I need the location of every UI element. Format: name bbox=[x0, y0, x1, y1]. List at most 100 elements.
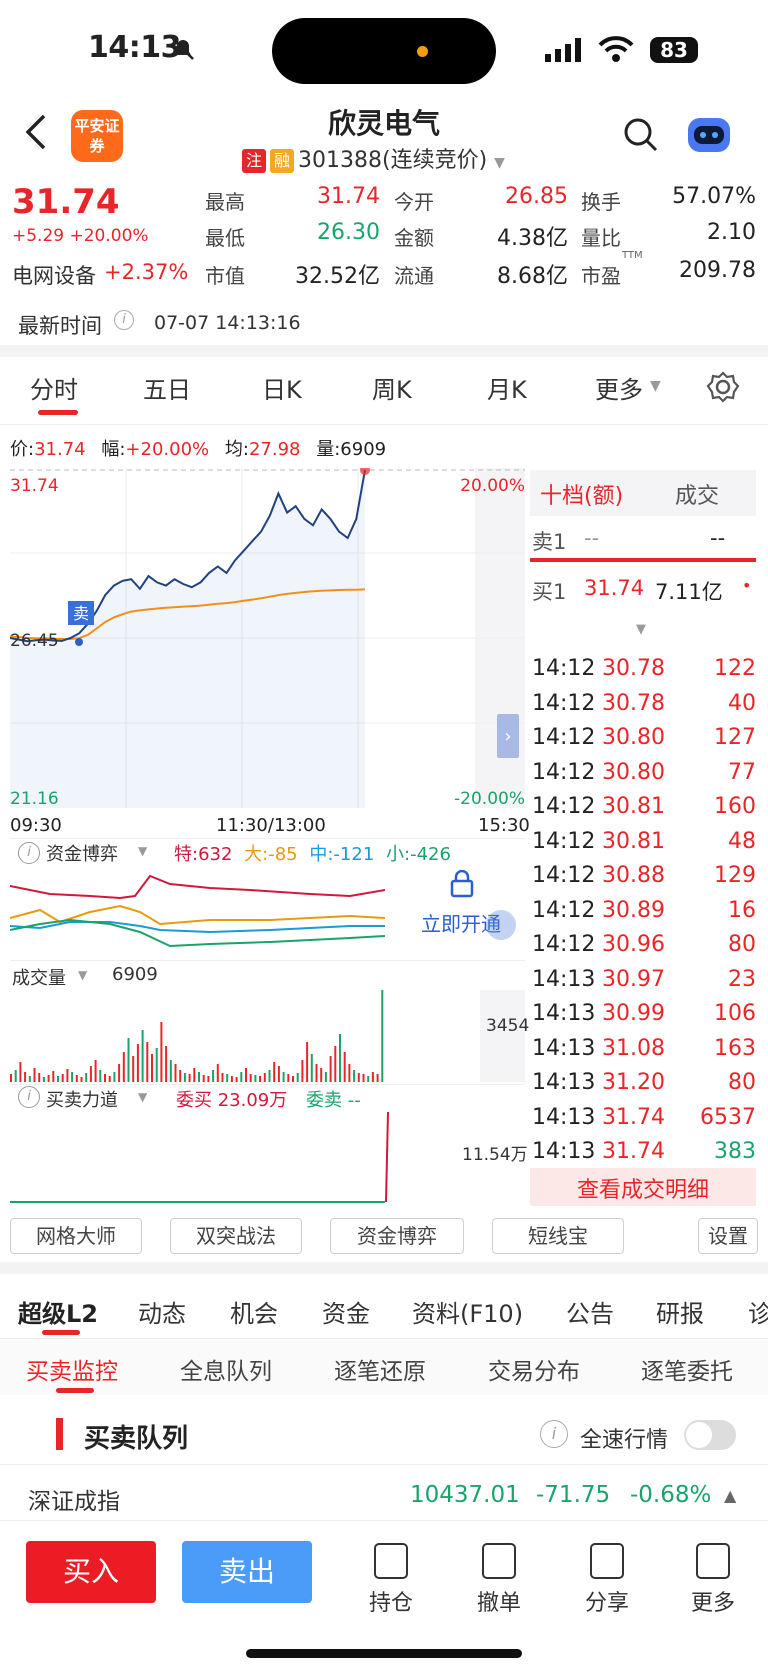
tab-more[interactable]: 更多 bbox=[595, 370, 643, 405]
trade-time: 14:12 bbox=[532, 863, 596, 888]
tool-fund-game[interactable]: 资金博弈 bbox=[330, 1218, 464, 1254]
tab-intraday[interactable]: 分时 bbox=[30, 370, 78, 405]
range-label: 幅: bbox=[101, 439, 126, 460]
fund-small: 小:-426 bbox=[386, 844, 451, 865]
tool-settings[interactable]: 设置 bbox=[698, 1218, 758, 1254]
chart-info-line: 价:31.74 幅:+20.00% 均:27.98 量:6909 bbox=[10, 435, 386, 461]
high-value: 31.74 bbox=[317, 184, 380, 209]
tool-grid-master[interactable]: 网格大师 bbox=[10, 1218, 142, 1254]
trade-volume: 129 bbox=[714, 863, 756, 888]
stock-code-selector[interactable]: 注融 301388(连续竞价) ▼ bbox=[242, 142, 505, 174]
fund-title[interactable]: 资金博弈 bbox=[46, 840, 118, 866]
low-value: 26.30 bbox=[317, 220, 380, 245]
tab-diagnosis[interactable]: 诊 bbox=[748, 1294, 768, 1329]
subtab-tick-orders[interactable]: 逐笔委托 bbox=[641, 1352, 733, 1386]
force-divider bbox=[10, 1084, 525, 1085]
force-dropdown-icon[interactable]: ▼ bbox=[138, 1090, 147, 1104]
bottom-action-bar: 买入 卖出 持仓 撤单 分享 更多 bbox=[0, 1520, 768, 1666]
gear-icon[interactable] bbox=[706, 370, 740, 404]
robot-assistant-icon[interactable] bbox=[684, 112, 734, 158]
force-title[interactable]: 买卖力道 bbox=[46, 1086, 118, 1112]
tab-news[interactable]: 动态 bbox=[138, 1294, 186, 1329]
trade-time: 14:12 bbox=[532, 828, 596, 854]
intraday-price-chart[interactable]: 卖 › 31.74 26.45 21.16 20.00% -20.00% bbox=[10, 468, 525, 808]
more-menu-icon bbox=[696, 1543, 730, 1579]
fast-quote-toggle[interactable] bbox=[684, 1420, 736, 1450]
buy1-price: 31.74 bbox=[584, 576, 645, 600]
tab-five-day[interactable]: 五日 bbox=[143, 370, 191, 405]
tab-monthly-k[interactable]: 月K bbox=[487, 370, 527, 405]
volume-bar bbox=[296, 1073, 299, 1082]
price-label: 价: bbox=[10, 439, 35, 460]
trade-price: 30.78 bbox=[602, 690, 665, 716]
subtab-trade-distribution[interactable]: 交易分布 bbox=[488, 1352, 580, 1386]
volume-title[interactable]: 成交量 bbox=[12, 964, 66, 990]
volume-bar bbox=[226, 1074, 229, 1082]
trade-price: 30.96 bbox=[602, 932, 665, 957]
trade-row: 14:13 31.20 80 bbox=[532, 1070, 756, 1104]
refresh-icon[interactable] bbox=[486, 910, 516, 940]
sell1-amount: -- bbox=[710, 526, 726, 550]
volume-dropdown-icon[interactable]: ▼ bbox=[78, 968, 87, 982]
fund-dropdown-icon[interactable]: ▼ bbox=[138, 844, 147, 858]
search-icon[interactable] bbox=[622, 116, 660, 154]
trade-time: 14:12 bbox=[532, 897, 596, 923]
tab-trades[interactable]: 成交 bbox=[675, 478, 719, 510]
trade-row: 14:13 31.74 6537 bbox=[532, 1105, 756, 1139]
volume-bar bbox=[169, 1060, 172, 1082]
trade-volume: 122 bbox=[714, 656, 756, 681]
volume-bar bbox=[320, 1068, 323, 1082]
volume-bar bbox=[324, 1072, 327, 1082]
info-icon[interactable]: i bbox=[114, 310, 134, 330]
fund-info-icon[interactable]: i bbox=[18, 842, 40, 864]
volume-bar bbox=[14, 1070, 17, 1082]
sell-button[interactable]: 卖出 bbox=[182, 1541, 312, 1603]
expand-up-icon[interactable]: ▲ bbox=[724, 1486, 736, 1505]
volume-bar bbox=[146, 1042, 149, 1082]
range-value: +20.00% bbox=[125, 439, 210, 460]
tab-weekly-k[interactable]: 周K bbox=[372, 370, 412, 405]
tab-f10[interactable]: 资料(F10) bbox=[412, 1294, 523, 1329]
sell1-label: 卖1 bbox=[532, 530, 567, 554]
tab-research[interactable]: 研报 bbox=[656, 1294, 704, 1329]
tab-daily-k[interactable]: 日K bbox=[262, 370, 302, 405]
subtab-full-queue[interactable]: 全息队列 bbox=[180, 1352, 272, 1386]
volume-bar bbox=[141, 1030, 144, 1082]
tab-opportunity[interactable]: 机会 bbox=[230, 1294, 278, 1329]
tool-double-break[interactable]: 双突战法 bbox=[170, 1218, 302, 1254]
volume-bar bbox=[310, 1054, 313, 1082]
subtab-tick-restore[interactable]: 逐笔还原 bbox=[334, 1352, 426, 1386]
queue-info-icon[interactable]: i bbox=[540, 1420, 568, 1448]
volume-scale: 3454 bbox=[486, 1016, 530, 1036]
volume-bar bbox=[47, 1075, 50, 1082]
trade-volume: 77 bbox=[728, 759, 756, 785]
volume-bar bbox=[212, 1070, 215, 1082]
stock-code: 301388(连续竞价) bbox=[298, 148, 488, 173]
sector-name[interactable]: 电网设备 bbox=[12, 260, 96, 290]
section-divider bbox=[0, 345, 768, 357]
buy-button[interactable]: 买入 bbox=[26, 1541, 156, 1603]
tab-ten-levels[interactable]: 十档(额) bbox=[540, 478, 623, 510]
holdings-button[interactable]: 持仓 bbox=[346, 1543, 436, 1617]
tab-announcement[interactable]: 公告 bbox=[566, 1294, 614, 1329]
more-button[interactable]: 更多 bbox=[668, 1543, 758, 1617]
index-name[interactable]: 深证成指 bbox=[28, 1482, 120, 1516]
collapse-arrow-icon[interactable]: ▼ bbox=[636, 622, 646, 637]
cancel-order-icon bbox=[482, 1543, 516, 1579]
share-button[interactable]: 分享 bbox=[562, 1543, 652, 1617]
tab-capital[interactable]: 资金 bbox=[322, 1294, 370, 1329]
volume-bar bbox=[301, 1060, 304, 1082]
trade-row: 14:12 30.80 127 bbox=[532, 725, 756, 759]
force-buy: 委买 23.09万 bbox=[176, 1090, 288, 1111]
latest-time-value: 07-07 14:13:16 bbox=[154, 312, 301, 334]
volume-bar bbox=[263, 1073, 266, 1082]
subtab-bid-ask-monitor[interactable]: 买卖监控 bbox=[26, 1352, 118, 1386]
tool-short-line[interactable]: 短线宝 bbox=[492, 1218, 624, 1254]
cancel-order-button[interactable]: 撤单 bbox=[454, 1543, 544, 1617]
cancel-order-label: 撤单 bbox=[476, 1591, 521, 1616]
tab-super-l2[interactable]: 超级L2 bbox=[18, 1294, 98, 1329]
force-info-icon[interactable]: i bbox=[18, 1086, 40, 1108]
volume-bar bbox=[179, 1070, 182, 1082]
trade-row: 14:12 30.78 40 bbox=[532, 691, 756, 725]
margin-badge: 融 bbox=[270, 149, 294, 173]
